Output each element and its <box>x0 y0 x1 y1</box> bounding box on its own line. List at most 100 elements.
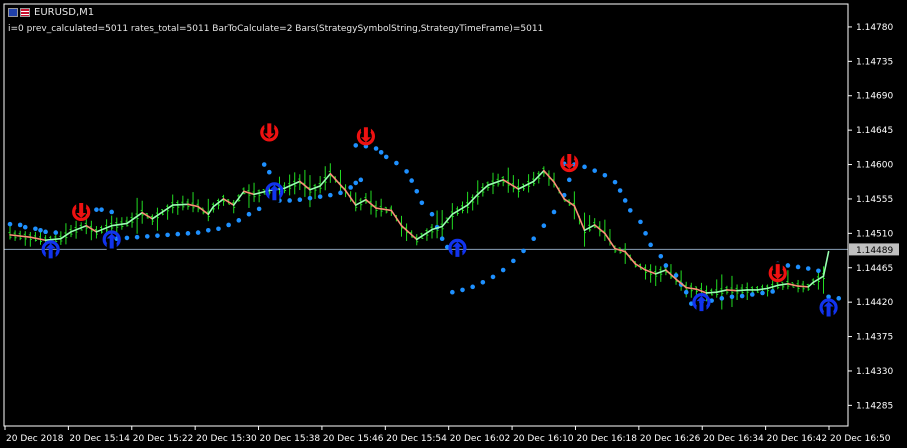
trailing-dot <box>419 200 425 206</box>
trailing-dot <box>43 229 48 235</box>
trailing-dot <box>195 230 201 235</box>
trailing-dot <box>256 206 262 212</box>
signal-line-group <box>9 169 830 294</box>
plot-frame <box>3 3 849 427</box>
signal-line-segment <box>400 224 418 241</box>
signal-line-segment <box>70 224 88 233</box>
trailing-dot <box>99 207 104 212</box>
signal-line-segment <box>705 291 718 294</box>
signal-line-segment <box>171 203 189 206</box>
trailing-dot <box>404 169 409 174</box>
trailing-dot <box>480 279 486 285</box>
trailing-dot <box>338 190 343 196</box>
sell-arrow-icon <box>72 200 91 222</box>
symbol-title: EURUSD,M1 <box>34 7 95 18</box>
signal-line-segment <box>624 250 637 265</box>
buy-arrow-icon <box>819 298 838 319</box>
y-tick-label: 1.14780 <box>856 23 893 33</box>
sell-arrow-icon <box>260 121 279 142</box>
trailing-dot <box>582 164 587 170</box>
trailing-dot <box>317 194 323 199</box>
trailing-dot <box>460 287 465 293</box>
trailing-dot <box>592 168 597 173</box>
signal-line-segment <box>9 234 32 238</box>
trailing-dot <box>394 160 399 166</box>
trailing-dot <box>328 192 333 198</box>
eu-flag-icon <box>8 8 18 17</box>
x-tick-label: 20 Dec 16:42 <box>767 434 828 444</box>
trailing-dot <box>760 290 765 296</box>
trailing-dot <box>638 219 643 225</box>
trailing-dot <box>439 236 445 241</box>
signal-line-segment <box>232 190 245 206</box>
signal-line-segment <box>110 222 128 227</box>
price-chart[interactable]: 1.14489 1.14780 1.14735 1.14690 1.14645 1.14… <box>0 0 907 448</box>
x-tick-label: 20 Dec 15:46 <box>323 434 384 444</box>
y-tick-label: 1.14735 <box>856 57 893 67</box>
trailing-dot <box>353 180 359 186</box>
trailing-dot <box>383 154 389 160</box>
trailing-dot <box>490 274 496 280</box>
trailing-dot <box>226 222 231 228</box>
trailing-dot <box>155 233 160 238</box>
trailing-dot <box>750 292 755 297</box>
y-tick-label: 1.14465 <box>856 264 893 274</box>
x-tick-label: 20 Dec 15:30 <box>196 434 257 444</box>
trailing-dot <box>816 268 821 274</box>
trailing-dot <box>719 296 725 301</box>
trailing-dot <box>648 242 653 248</box>
signal-line-segment <box>390 209 403 227</box>
trailing-dot <box>53 230 59 235</box>
sell-arrow-icon <box>560 152 579 173</box>
trailing-dot <box>17 222 23 228</box>
trailing-dot <box>165 232 170 238</box>
trailing-dot <box>566 177 572 183</box>
trailing-dot <box>627 208 633 213</box>
trailing-dot <box>348 185 353 190</box>
buy-arrow-icon <box>102 230 121 251</box>
trailing-dot <box>216 226 221 232</box>
x-tick-label: 20 Dec 16:34 <box>703 434 764 444</box>
y-tick-label: 1.14510 <box>856 229 893 239</box>
trailing-dot <box>134 234 140 240</box>
x-tick-label: 20 Dec 16:26 <box>640 434 701 444</box>
trailing-dot <box>541 223 547 229</box>
current-price-label: 1.14489 <box>856 246 893 256</box>
trailing-dot <box>373 146 379 151</box>
trailing-dot <box>795 264 801 270</box>
x-tick-label: 20 Dec 16:10 <box>513 434 574 444</box>
signal-line-segment <box>487 179 504 186</box>
x-tick-label: 20 Dec 15:14 <box>69 434 130 444</box>
x-tick-label: 20 Dec 15:38 <box>260 434 321 444</box>
trailing-dot <box>175 231 181 237</box>
signal-line-segment <box>807 281 815 288</box>
signal-line-segment <box>776 283 789 287</box>
sell-arrow-icon <box>768 262 787 283</box>
signal-line-segment <box>44 237 62 242</box>
trailing-dot <box>236 218 242 223</box>
signal-line-segment <box>797 285 810 288</box>
trailing-dot <box>94 207 99 212</box>
trailing-dot <box>33 226 38 232</box>
trailing-dot <box>124 235 130 241</box>
trailing-dots-group <box>7 143 842 306</box>
x-tick-label: 20 Dec 15:22 <box>133 434 194 444</box>
trailing-dot <box>297 197 303 203</box>
trailing-dot <box>658 253 664 259</box>
trailing-dot <box>663 263 669 268</box>
signal-line-segment <box>29 236 47 242</box>
signal-line-segment <box>187 203 199 208</box>
signal-line-segment <box>329 172 347 192</box>
trailing-dot <box>267 169 272 175</box>
y-tick-label: 1.14330 <box>856 367 893 377</box>
buy-arrow-icon <box>41 240 60 261</box>
y-tick-label: 1.14600 <box>856 161 893 171</box>
trailing-dot <box>205 227 211 233</box>
y-tick-label: 1.14285 <box>856 401 893 411</box>
us-flag-icon <box>20 8 30 17</box>
signal-line-segment <box>756 287 769 291</box>
trailing-dot <box>144 234 150 239</box>
signal-line-segment <box>726 289 738 292</box>
signal-line-segment <box>553 181 565 200</box>
trailing-dot <box>7 221 13 227</box>
